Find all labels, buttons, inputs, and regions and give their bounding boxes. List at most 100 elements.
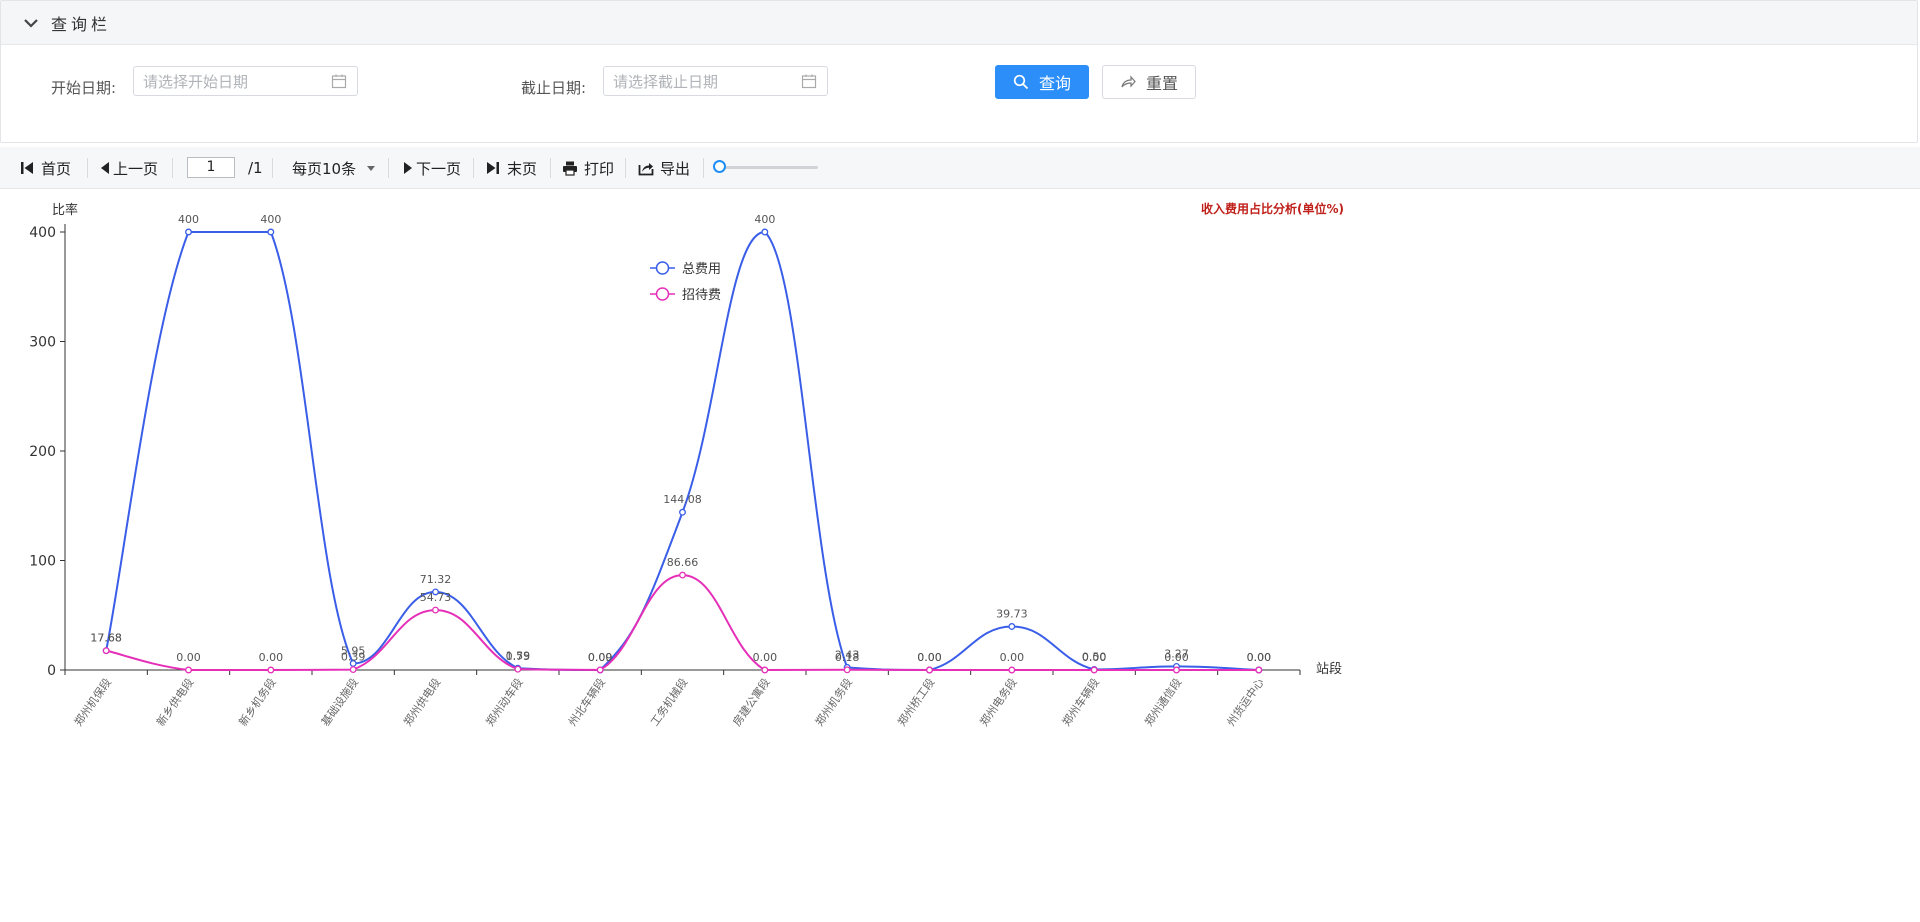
- line-chart-svg: 0100200300400郑州机保段 新乡供电段 新乡机务段 基础设施段 郑州供电段 郑州…: [29, 201, 1344, 729]
- y-axis-tick-label: 100: [29, 554, 56, 570]
- end-date-placeholder: 请选择截止日期: [613, 72, 719, 91]
- x-axis-tick-label: 新乡供电段: [153, 675, 196, 728]
- data-point: [596, 666, 604, 674]
- chevron-down-icon[interactable]: [23, 15, 39, 31]
- zoom-slider-thumb[interactable]: [713, 160, 727, 173]
- start-date-input[interactable]: 请选择开始日期: [133, 66, 358, 96]
- data-label: 0.00: [753, 651, 778, 664]
- data-label: 0.00: [1164, 651, 1189, 664]
- data-label: 0.00: [176, 651, 201, 664]
- chart-title: 收入费用占比分析(单位%): [1201, 201, 1344, 216]
- data-label: 86.66: [667, 556, 699, 569]
- prev-page-label: 上一页: [113, 159, 159, 178]
- calendar-icon: [801, 74, 817, 89]
- data-label: 0.00: [1082, 651, 1107, 664]
- next-page-icon: [404, 162, 412, 174]
- prev-page-icon: [101, 162, 109, 174]
- data-label: 0.00: [1000, 651, 1025, 664]
- data-point: [1008, 623, 1016, 630]
- first-page-button[interactable]: 首页: [20, 147, 71, 189]
- toolbar-separator: [388, 158, 389, 178]
- page-number-input[interactable]: 1: [187, 157, 235, 178]
- export-button[interactable]: 导出: [638, 147, 690, 189]
- y-axis-tick-label: 400: [29, 225, 56, 241]
- x-axis-tick-label: 基础设施段: [318, 675, 361, 728]
- toolbar-separator: [172, 158, 173, 178]
- data-point: [1255, 666, 1263, 674]
- zoom-slider-track[interactable]: [714, 166, 818, 169]
- query-panel: 查询栏 开始日期: 请选择开始日期 截止日期: 请选择截止日期 查询 重置: [0, 0, 1918, 143]
- data-point: [185, 228, 192, 236]
- data-point: [349, 666, 357, 674]
- print-icon: [563, 161, 577, 176]
- reset-button[interactable]: 重置: [1102, 65, 1196, 99]
- x-axis-tick-label: 郑州机务段: [812, 675, 855, 728]
- legend-label: 总费用: [682, 262, 721, 277]
- x-axis-tick-label: 郑州通信段: [1141, 675, 1184, 728]
- chart-data-labels: 17.68400 4005.9571.321.59 0.00144.084002.4…: [90, 213, 1271, 664]
- data-label: 39.73: [996, 607, 1028, 620]
- page-size-value: 每页10条: [292, 159, 357, 178]
- last-page-button[interactable]: 末页: [486, 147, 537, 189]
- toolbar-separator: [473, 158, 474, 178]
- last-page-label: 末页: [507, 159, 538, 178]
- data-label: 54.73: [420, 591, 452, 604]
- start-date-label: 开始日期:: [51, 79, 117, 97]
- data-label: 400: [178, 213, 199, 226]
- data-label: 400: [754, 213, 775, 226]
- query-panel-header[interactable]: 查询栏: [1, 1, 1917, 45]
- x-axis-tick-label: 郑州桥工段: [894, 675, 937, 728]
- page-size-select[interactable]: 每页10条: [292, 147, 376, 189]
- query-form: 开始日期: 请选择开始日期 截止日期: 请选择截止日期 查询 重置: [1, 45, 1917, 143]
- data-label: 0.18: [835, 651, 860, 664]
- y-axis-tick-label: 0: [47, 663, 56, 679]
- data-label: 0.39: [341, 651, 366, 664]
- data-point: [679, 508, 686, 516]
- toolbar-separator: [272, 158, 273, 178]
- next-page-button[interactable]: 下一页: [403, 147, 461, 189]
- data-label: 0.00: [1247, 651, 1272, 664]
- x-axis-tick-label: 工务机械段: [647, 675, 690, 728]
- x-axis-tick-label: 郑州供电段: [400, 675, 443, 728]
- y-axis-label: 比率: [52, 202, 78, 218]
- search-icon: [1013, 74, 1029, 90]
- prev-page-button[interactable]: 上一页: [100, 147, 158, 189]
- data-label: 17.68: [90, 632, 122, 645]
- end-date-input[interactable]: 请选择截止日期: [603, 66, 828, 96]
- x-axis-tick-label: 新乡机务段: [236, 675, 279, 728]
- toolbar-separator: [550, 158, 551, 178]
- print-button[interactable]: 打印: [562, 147, 614, 189]
- export-icon: [638, 163, 654, 176]
- end-date-label: 截止日期:: [521, 79, 587, 97]
- data-point: [1008, 666, 1016, 674]
- next-page-label: 下一页: [416, 159, 462, 178]
- data-point: [267, 228, 275, 236]
- data-label: 400: [260, 213, 281, 226]
- data-point: [761, 228, 769, 236]
- print-label: 打印: [584, 159, 615, 178]
- page-total: /1: [248, 159, 263, 177]
- chart-legend[interactable]: 总费用招待费: [650, 261, 721, 303]
- toolbar-separator: [87, 158, 88, 178]
- share-forward-icon: [1121, 75, 1136, 88]
- data-point: [185, 666, 192, 674]
- y-axis-tick-label: 200: [29, 444, 56, 460]
- x-axis-tick-label: 郑州动车段: [483, 675, 526, 728]
- data-label: 71.32: [420, 573, 452, 586]
- data-point: [843, 666, 851, 674]
- data-point: [679, 571, 686, 579]
- first-page-icon: [21, 162, 33, 174]
- data-point: [926, 666, 933, 674]
- x-axis-tick-label: 州货运中心: [1224, 675, 1267, 728]
- last-page-icon: [487, 162, 499, 174]
- search-button[interactable]: 查询: [995, 65, 1089, 99]
- data-label: 0.00: [259, 651, 284, 664]
- toolbar-separator: [703, 158, 704, 178]
- toolbar-separator: [625, 158, 626, 178]
- data-point: [1173, 666, 1180, 674]
- data-point: [761, 666, 769, 674]
- x-axis-tick-label: 郑州电务段: [977, 675, 1020, 728]
- y-axis-tick-label: 300: [29, 335, 56, 351]
- x-axis-tick-label: 郑州机保段: [71, 675, 114, 728]
- data-point: [267, 666, 275, 674]
